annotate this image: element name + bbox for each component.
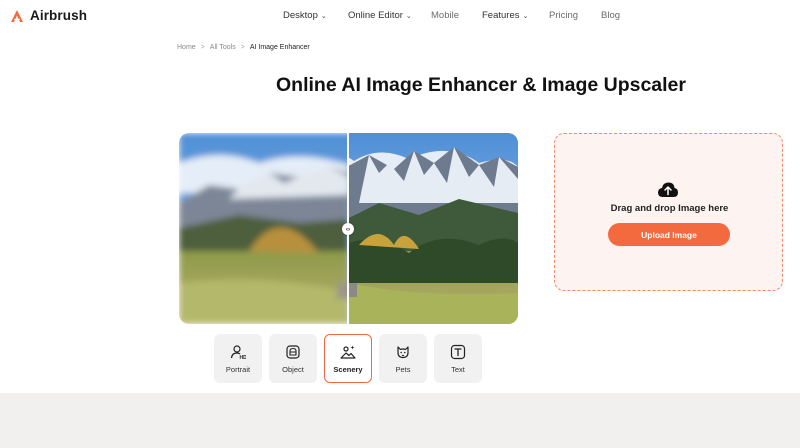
main-nav: Desktop ⌄ Online Editor ⌄ Mobile Feature… [0,10,800,24]
nav-mobile[interactable]: Mobile [431,10,459,21]
drop-hint: Drag and drop Image here [610,203,729,214]
nav-desktop[interactable]: Desktop ⌄ [283,10,327,21]
nav-pricing[interactable]: Pricing [549,10,578,21]
svg-text:HD: HD [240,355,247,360]
breadcrumb-separator: > [200,44,205,51]
tab-object-label: Object [282,364,304,374]
tab-portrait[interactable]: HD Portrait [214,334,262,383]
nav-pricing-label: Pricing [549,10,579,21]
portrait-hd-icon: HD [230,344,246,360]
cloud-upload-icon [658,182,678,197]
object-icon [286,344,300,359]
chevron-down-icon: ⌄ [405,12,412,20]
slider-arrows-icon: ‹› [345,225,351,233]
nav-desktop-label: Desktop [283,10,318,21]
tab-pets-label: Pets [395,364,411,374]
before-after-comparison[interactable]: ‹› [179,133,518,324]
tab-text-label: Text [451,364,465,374]
nav-online-editor-label: Online Editor [348,10,403,21]
upload-dropzone[interactable]: Drag and drop Image here Upload Image [554,133,783,291]
scenery-icon [340,345,356,359]
footer-section-background [0,393,800,448]
nav-features[interactable]: Features ⌄ [482,10,528,21]
breadcrumb-separator: > [240,44,245,51]
pets-icon [397,345,409,358]
nav-blog-label: Blog [601,10,621,21]
chevron-down-icon: ⌄ [522,12,529,20]
tab-text[interactable]: Text [434,334,482,383]
comparison-slider-handle[interactable]: ‹› [342,223,354,235]
nav-mobile-label: Mobile [431,10,459,21]
breadcrumb-all-tools[interactable]: All Tools [210,44,236,51]
breadcrumb-current: AI Image Enhancer [249,44,310,51]
text-icon [450,344,466,359]
nav-blog[interactable]: Blog [601,10,620,21]
top-navigation-bar: Airbrush Desktop ⌄ Online Editor ⌄ Mobil… [0,0,800,34]
tab-pets[interactable]: Pets [379,334,427,383]
nav-online-editor[interactable]: Online Editor ⌄ [348,10,412,21]
upload-image-button[interactable]: Upload Image [608,223,730,246]
tab-portrait-label: Portrait [225,364,251,374]
breadcrumb-home[interactable]: Home [177,44,196,51]
breadcrumb: Home > All Tools > AI Image Enhancer [177,44,310,51]
tab-scenery[interactable]: Scenery [324,334,372,383]
chevron-down-icon: ⌄ [320,12,327,20]
page-title: Online AI Image Enhancer & Image Upscale… [276,74,686,96]
tab-scenery-label: Scenery [333,364,363,374]
tab-object[interactable]: Object [269,334,317,383]
nav-features-label: Features [482,10,520,21]
